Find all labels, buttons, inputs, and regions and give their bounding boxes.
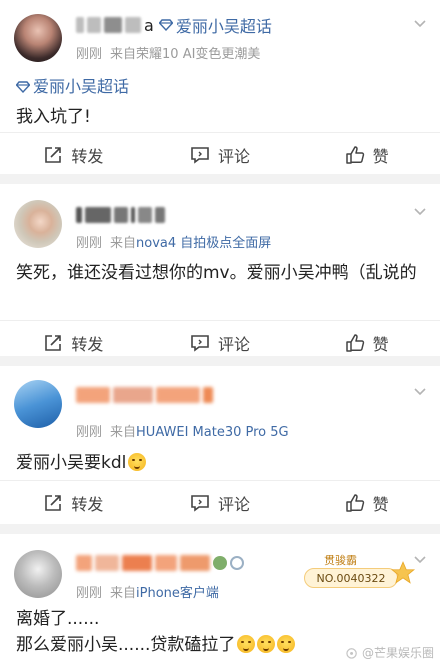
like-button[interactable]: 赞 xyxy=(293,133,440,176)
blurred-name xyxy=(122,555,152,571)
super-topic-badge[interactable]: 爱丽小吴超话 xyxy=(158,13,272,37)
diamond-icon xyxy=(158,19,173,31)
blurred-name xyxy=(114,207,128,223)
username[interactable] xyxy=(76,382,213,408)
post-time: 刚刚 xyxy=(76,236,103,251)
post-toolbar: 转发 评论 赞 xyxy=(0,132,440,176)
post-text: 爱丽小吴要kdl xyxy=(16,450,424,476)
blurred-name xyxy=(203,387,213,403)
repost-icon xyxy=(45,334,62,351)
repost-button[interactable]: 转发 xyxy=(0,133,147,176)
repost-button[interactable]: 转发 xyxy=(0,481,147,524)
emoji-icon xyxy=(277,635,296,653)
username[interactable]: a 爱丽小吴超话 xyxy=(76,12,272,38)
avatar[interactable] xyxy=(14,200,62,248)
post-text: 我入坑了! xyxy=(16,107,91,127)
level-badge-icon xyxy=(213,556,227,570)
post-card-2: 刚刚 来自nova4 自拍极点全面屏 笑死，谁还没看过想你的mv。爱丽小吴冲鸭（… xyxy=(0,184,440,356)
chevron-down-icon[interactable] xyxy=(414,20,426,28)
blurred-name xyxy=(87,17,101,33)
diamond-icon xyxy=(16,81,30,93)
post-text-line-1: 离婚了...... xyxy=(16,609,100,629)
fan-badge[interactable]: 贯骏霸 NO.0040322 xyxy=(304,552,416,594)
repost-icon xyxy=(45,146,62,163)
avatar[interactable] xyxy=(14,550,62,598)
post-meta: 刚刚 来自iPhone客户端 xyxy=(76,582,219,601)
blurred-name xyxy=(138,207,152,223)
post-source: 来自荣耀10 AI变色更潮美 xyxy=(110,47,261,62)
blurred-name xyxy=(95,555,119,571)
star-icon xyxy=(390,561,416,584)
like-button[interactable]: 赞 xyxy=(293,481,440,524)
weibo-logo-icon xyxy=(346,648,357,659)
fan-badge-label: 贯骏霸 xyxy=(324,554,357,567)
emoji-icon xyxy=(237,635,256,653)
repost-icon xyxy=(45,494,62,511)
blurred-name xyxy=(113,387,153,403)
post-text: 笑死，谁还没看过想你的mv。爱丽小吴冲鸭（乱说的 xyxy=(16,263,417,283)
post-meta: 刚刚 来自荣耀10 AI变色更潮美 xyxy=(76,43,260,62)
comment-icon xyxy=(191,146,209,164)
post-time: 刚刚 xyxy=(76,586,103,601)
blurred-name xyxy=(155,207,165,223)
like-button[interactable]: 赞 xyxy=(293,321,440,364)
fan-badge-number: NO.0040322 xyxy=(304,568,398,588)
chevron-down-icon[interactable] xyxy=(414,208,426,216)
post-source: 来自iPhone客户端 xyxy=(110,586,219,601)
medal-icon xyxy=(230,556,244,570)
post-content: 笑死，谁还没看过想你的mv。爱丽小吴冲鸭（乱说的 xyxy=(16,260,424,286)
chevron-down-icon[interactable] xyxy=(414,556,426,564)
post-source: 来自nova4 自拍极点全面屏 xyxy=(110,236,272,251)
blurred-name xyxy=(131,207,135,223)
username[interactable] xyxy=(76,550,244,576)
post-card-4: 贯骏霸 NO.0040322 刚刚 来自iPhone客户端 离婚了...... … xyxy=(0,534,440,665)
blurred-name xyxy=(180,555,210,571)
thumbs-up-icon xyxy=(345,145,364,164)
comment-icon xyxy=(191,494,209,512)
comment-icon xyxy=(191,334,209,352)
post-card-1: a 爱丽小吴超话 刚刚 来自荣耀10 AI变色更潮美 爱丽小吴超话 我入坑了! … xyxy=(0,0,440,174)
thumbs-up-icon xyxy=(345,333,364,352)
avatar[interactable] xyxy=(14,380,62,428)
blurred-name xyxy=(104,17,122,33)
comment-button[interactable]: 评论 xyxy=(147,321,294,364)
post-time: 刚刚 xyxy=(76,425,103,440)
blurred-name xyxy=(76,387,110,403)
watermark: @芒果娱乐圈 xyxy=(346,644,434,661)
post-meta: 刚刚 来自nova4 自拍极点全面屏 xyxy=(76,232,271,251)
blurred-name xyxy=(76,555,92,571)
post-time: 刚刚 xyxy=(76,47,103,62)
blurred-name xyxy=(156,387,200,403)
username-suffix: a xyxy=(144,15,154,35)
topic-link[interactable]: 爱丽小吴超话 xyxy=(16,74,424,100)
blurred-name xyxy=(125,17,141,33)
comment-button[interactable]: 评论 xyxy=(147,133,294,176)
avatar[interactable] xyxy=(14,14,62,62)
post-toolbar: 转发 评论 赞 xyxy=(0,320,440,364)
chevron-down-icon[interactable] xyxy=(414,388,426,396)
post-content: 爱丽小吴超话 我入坑了! xyxy=(16,74,424,130)
post-card-3: 刚刚 来自HUAWEI Mate30 Pro 5G 爱丽小吴要kdl 转发 评论… xyxy=(0,366,440,524)
username[interactable] xyxy=(76,202,165,228)
post-meta: 刚刚 来自HUAWEI Mate30 Pro 5G xyxy=(76,421,289,440)
blurred-name xyxy=(76,207,82,223)
blurred-name xyxy=(155,555,177,571)
thumbs-up-icon xyxy=(345,493,364,512)
blurred-name xyxy=(76,17,84,33)
post-toolbar: 转发 评论 赞 xyxy=(0,480,440,524)
repost-button[interactable]: 转发 xyxy=(0,321,147,364)
comment-button[interactable]: 评论 xyxy=(147,481,294,524)
blurred-name xyxy=(85,207,111,223)
post-content: 爱丽小吴要kdl xyxy=(16,450,424,476)
post-source: 来自HUAWEI Mate30 Pro 5G xyxy=(110,425,289,440)
emoji-icon xyxy=(128,453,147,471)
emoji-icon xyxy=(257,635,276,653)
